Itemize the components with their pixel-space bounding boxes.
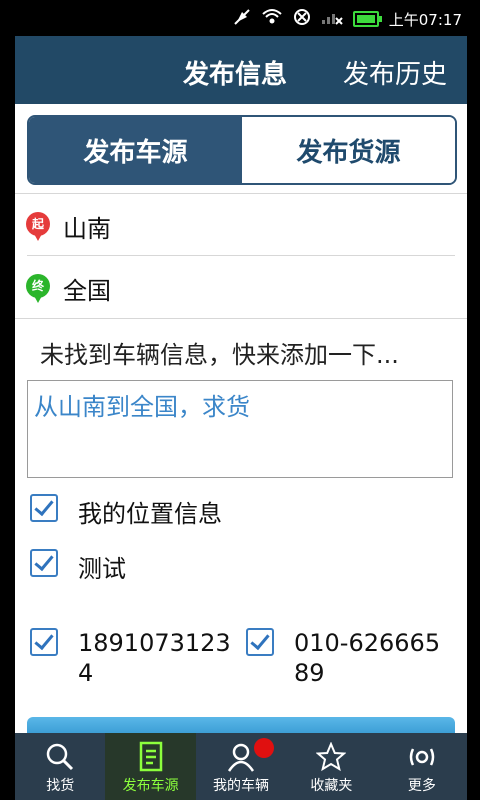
person-icon (225, 739, 257, 775)
option-my-location[interactable]: 我的位置信息 (30, 494, 222, 529)
option-label: 我的位置信息 (78, 500, 222, 528)
wifi-icon (261, 8, 283, 30)
test-checkbox[interactable] (30, 549, 58, 577)
divider (27, 255, 455, 256)
tab-my-vehicles[interactable]: 我的车辆 (196, 733, 286, 800)
header-bar: 发布信息 发布历史 (15, 36, 467, 104)
phone-number-2: 010-626665 89 (294, 629, 441, 687)
location-checkbox[interactable] (30, 494, 58, 522)
page-title: 发布信息 (183, 60, 288, 90)
search-icon (45, 739, 75, 775)
phone-option-2[interactable]: 010-626665 89 (246, 628, 440, 688)
tab-publish-vehicle[interactable]: 发布车源 (29, 117, 242, 183)
phone-2-checkbox[interactable] (246, 628, 274, 656)
option-label: 测试 (78, 555, 126, 583)
origin-row[interactable]: 起 山南 (25, 209, 111, 244)
phone-option-1[interactable]: 1891073123 4 (30, 628, 231, 688)
destination-location: 全国 (63, 277, 111, 305)
message-input[interactable]: 从山南到全国，求货 (27, 380, 453, 478)
phone-1-checkbox[interactable] (30, 628, 58, 656)
phone-number-1: 1891073123 4 (78, 629, 231, 687)
destination-pin-icon: 终 (25, 273, 51, 304)
origin-location: 山南 (63, 215, 111, 243)
history-button[interactable]: 发布历史 (343, 54, 447, 91)
bottom-tab-bar: 找货 发布车源 我的车辆 收藏夹 更多 (15, 733, 467, 800)
divider (15, 193, 467, 194)
notification-dot (254, 738, 275, 758)
status-bar: 上午07:17 (0, 0, 480, 36)
mute-icon (233, 8, 251, 30)
tab-publish-vehicle-nav[interactable]: 发布车源 (105, 733, 196, 800)
star-icon (316, 739, 347, 775)
origin-pin-icon: 起 (25, 211, 51, 242)
tab-favorites[interactable]: 收藏夹 (286, 733, 376, 800)
option-test[interactable]: 测试 (30, 549, 126, 584)
publish-type-toggle: 发布车源 发布货源 (27, 115, 457, 185)
publish-icon (136, 739, 166, 775)
data-disabled-icon (293, 8, 311, 30)
more-icon (406, 739, 438, 775)
status-time: 上午07:17 (388, 10, 462, 29)
battery-icon (352, 11, 382, 27)
divider (15, 318, 467, 319)
app-screen: 发布信息 发布历史 发布车源 发布货源 起 山南 终 全国 未找到车辆信息，快来… (15, 0, 467, 800)
tab-find-cargo[interactable]: 找货 (15, 733, 105, 800)
vehicle-notice[interactable]: 未找到车辆信息，快来添加一下... (40, 335, 399, 370)
signal-icon (321, 9, 343, 29)
destination-row[interactable]: 终 全国 (25, 271, 111, 306)
tab-more[interactable]: 更多 (377, 733, 467, 800)
submit-button[interactable] (27, 717, 455, 733)
tab-publish-cargo[interactable]: 发布货源 (242, 117, 455, 183)
